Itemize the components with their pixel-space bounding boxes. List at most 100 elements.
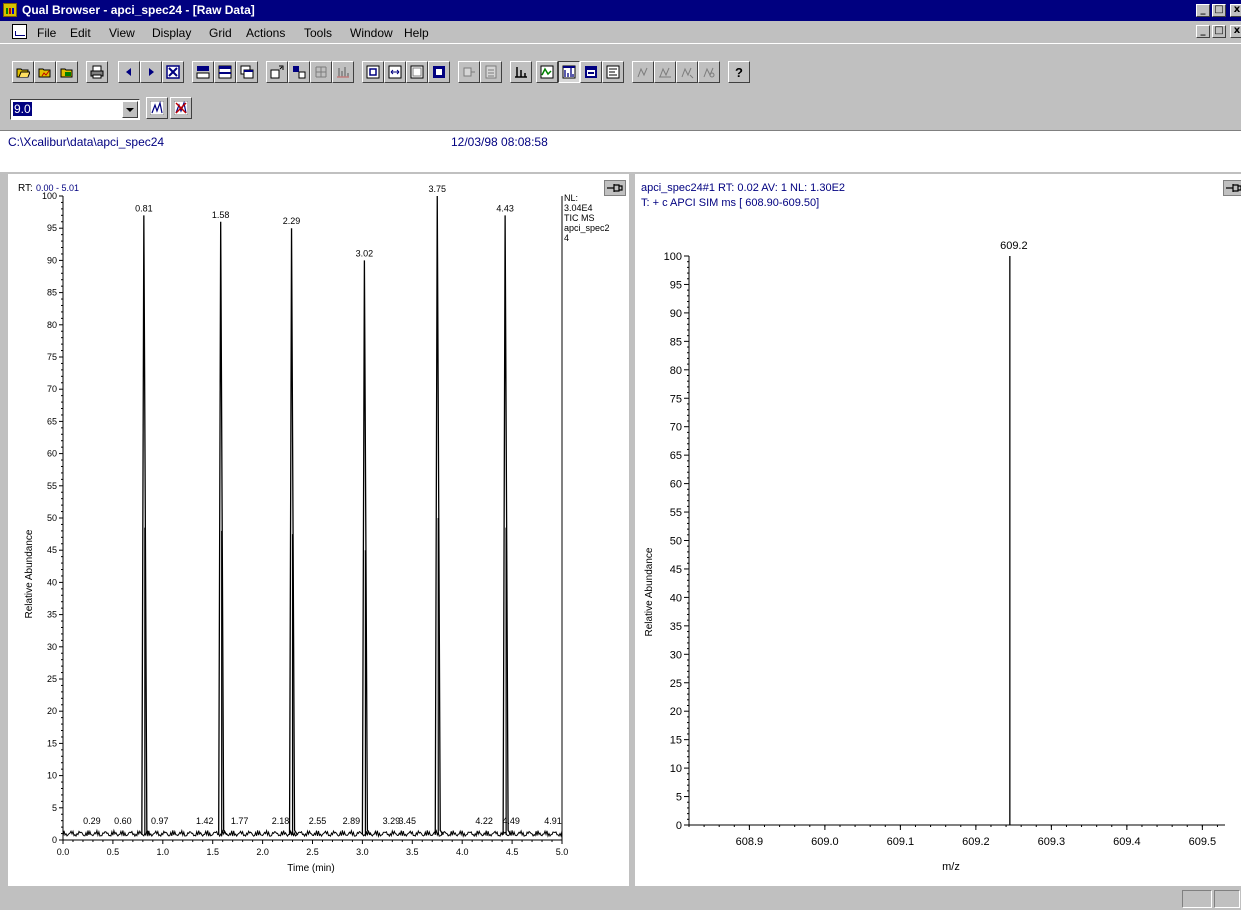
y-tick-label: 85 xyxy=(670,336,682,348)
menu-help[interactable]: Help xyxy=(404,26,429,40)
export-button[interactable] xyxy=(458,61,480,83)
zoom-reset-button[interactable] xyxy=(428,61,450,83)
pin-icon[interactable] xyxy=(1223,180,1241,196)
reset-scaling-button[interactable] xyxy=(162,61,184,83)
y-tick-label: 20 xyxy=(670,706,682,718)
scan-header-button[interactable] xyxy=(602,61,624,83)
spectrum-peaks-button[interactable] xyxy=(332,61,354,83)
open-raw-button[interactable] xyxy=(34,61,56,83)
spectrum-view-button[interactable] xyxy=(558,61,580,83)
peak-label: 609.2 xyxy=(1000,240,1028,252)
zoom-in-icon xyxy=(366,65,380,79)
menu-view[interactable]: View xyxy=(109,26,135,40)
open-layout-icon xyxy=(60,68,73,78)
x-tick-label: 609.0 xyxy=(811,836,839,848)
delete-cell-button[interactable] xyxy=(288,61,310,83)
print-button[interactable] xyxy=(86,61,108,83)
next-button[interactable] xyxy=(140,61,162,83)
zoom-in-button[interactable] xyxy=(362,61,384,83)
calculator-button[interactable] xyxy=(480,61,502,83)
chevron-down-icon[interactable] xyxy=(122,101,138,118)
zoom-horizontal-button[interactable] xyxy=(384,61,406,83)
chromatogram-peak xyxy=(218,221,228,836)
peak-label: 3.02 xyxy=(356,248,374,258)
x-tick-label: 4.5 xyxy=(506,847,519,857)
grid-icon xyxy=(315,66,327,78)
y-tick-label: 75 xyxy=(47,352,57,362)
menu-file[interactable]: File xyxy=(37,26,56,40)
svg-text:?: ? xyxy=(735,65,743,79)
y-tick-label: 15 xyxy=(670,735,682,747)
spectrum-header-line1: apci_spec24#1 RT: 0.02 AV: 1 NL: 1.30E2 xyxy=(641,182,845,194)
minimize-button[interactable]: _ xyxy=(1196,4,1210,17)
file-info-bar: C:\Xcalibur\data\apci_spec24 12/03/98 08… xyxy=(0,130,1241,172)
pin-tile-button[interactable] xyxy=(192,61,214,83)
clear-labels-button[interactable] xyxy=(170,97,192,119)
peak-label: 0.81 xyxy=(135,203,153,213)
help-button[interactable]: ? xyxy=(728,61,750,83)
menu-grid[interactable]: Grid xyxy=(209,26,232,40)
grid-button[interactable] xyxy=(310,61,332,83)
menu-display[interactable]: Display xyxy=(152,26,191,40)
acquisition-datetime: 12/03/98 08:08:58 xyxy=(451,135,548,149)
x-tick-label: 608.9 xyxy=(736,836,764,848)
y-tick-label: 65 xyxy=(47,416,57,426)
open-layout-button[interactable] xyxy=(56,61,78,83)
peak-detect-icon xyxy=(659,67,671,78)
normalization-line: 4 xyxy=(564,233,569,243)
y-tick-label: 80 xyxy=(670,365,682,377)
ranges-button[interactable] xyxy=(632,61,654,83)
y-tick-label: 100 xyxy=(42,191,57,201)
menu-tools[interactable]: Tools xyxy=(304,26,332,40)
document-icon[interactable] xyxy=(12,24,27,39)
y-tick-label: 40 xyxy=(670,592,682,604)
map-view-icon xyxy=(585,66,597,78)
label-peaks-icon xyxy=(150,101,164,115)
child-minimize-button[interactable]: _ xyxy=(1196,25,1210,38)
x-tick-label: 3.5 xyxy=(406,847,419,857)
y-tick-label: 10 xyxy=(670,763,682,775)
tile-horizontal-button[interactable] xyxy=(214,61,236,83)
close-button[interactable]: x xyxy=(1230,4,1241,17)
status-bar xyxy=(0,887,1241,910)
spectrum-pane[interactable]: apci_spec24#1 RT: 0.02 AV: 1 NL: 1.30E2 … xyxy=(635,174,1241,886)
previous-button[interactable] xyxy=(118,61,140,83)
map-view-button[interactable] xyxy=(580,61,602,83)
chromatogram-peak xyxy=(288,228,299,836)
scale-combo[interactable]: 9.0 xyxy=(10,99,140,120)
child-close-button[interactable]: x xyxy=(1230,25,1241,38)
mass-range-button[interactable] xyxy=(510,61,532,83)
tile-cascade-button[interactable] xyxy=(236,61,258,83)
child-restore-button[interactable]: □ xyxy=(1212,25,1226,38)
ranges-icon xyxy=(637,67,648,78)
chromatogram-view-button[interactable] xyxy=(536,61,558,83)
minor-peak-label: 2.55 xyxy=(309,816,327,826)
label-peaks-button[interactable] xyxy=(146,97,168,119)
open-raw-icon xyxy=(38,68,51,78)
open-button[interactable] xyxy=(12,61,34,83)
x-tick-label: 609.2 xyxy=(962,836,990,848)
zoom-out-button[interactable] xyxy=(406,61,428,83)
library-search-button[interactable] xyxy=(676,61,698,83)
normalization-line: NL: xyxy=(564,193,578,203)
menu-edit[interactable]: Edit xyxy=(70,26,91,40)
pin-tile-icon xyxy=(196,66,210,79)
peak-detect-button[interactable] xyxy=(654,61,676,83)
spectrum-xlabel: m/z xyxy=(942,861,960,873)
reset-scaling-icon xyxy=(166,65,180,79)
insert-cell-button[interactable] xyxy=(266,61,288,83)
chromatogram-pane[interactable]: RT: 0.00 - 5.01 NL: 3.04E4 TIC MS apci_spec… xyxy=(8,174,629,886)
x-tick-label: 3.0 xyxy=(356,847,369,857)
y-tick-label: 80 xyxy=(47,320,57,330)
previous-icon xyxy=(126,68,131,76)
x-tick-label: 2.5 xyxy=(306,847,319,857)
menu-actions[interactable]: Actions xyxy=(246,26,285,40)
menu-window[interactable]: Window xyxy=(350,26,393,40)
minor-peak-label: 2.18 xyxy=(272,816,290,826)
zoom-out-icon xyxy=(410,65,424,79)
tile-horizontal-icon xyxy=(218,65,232,79)
pin-icon[interactable] xyxy=(604,180,626,196)
elemental-button[interactable] xyxy=(698,61,720,83)
restore-button[interactable]: □ xyxy=(1212,4,1226,17)
spectrum-view-icon xyxy=(562,65,576,79)
